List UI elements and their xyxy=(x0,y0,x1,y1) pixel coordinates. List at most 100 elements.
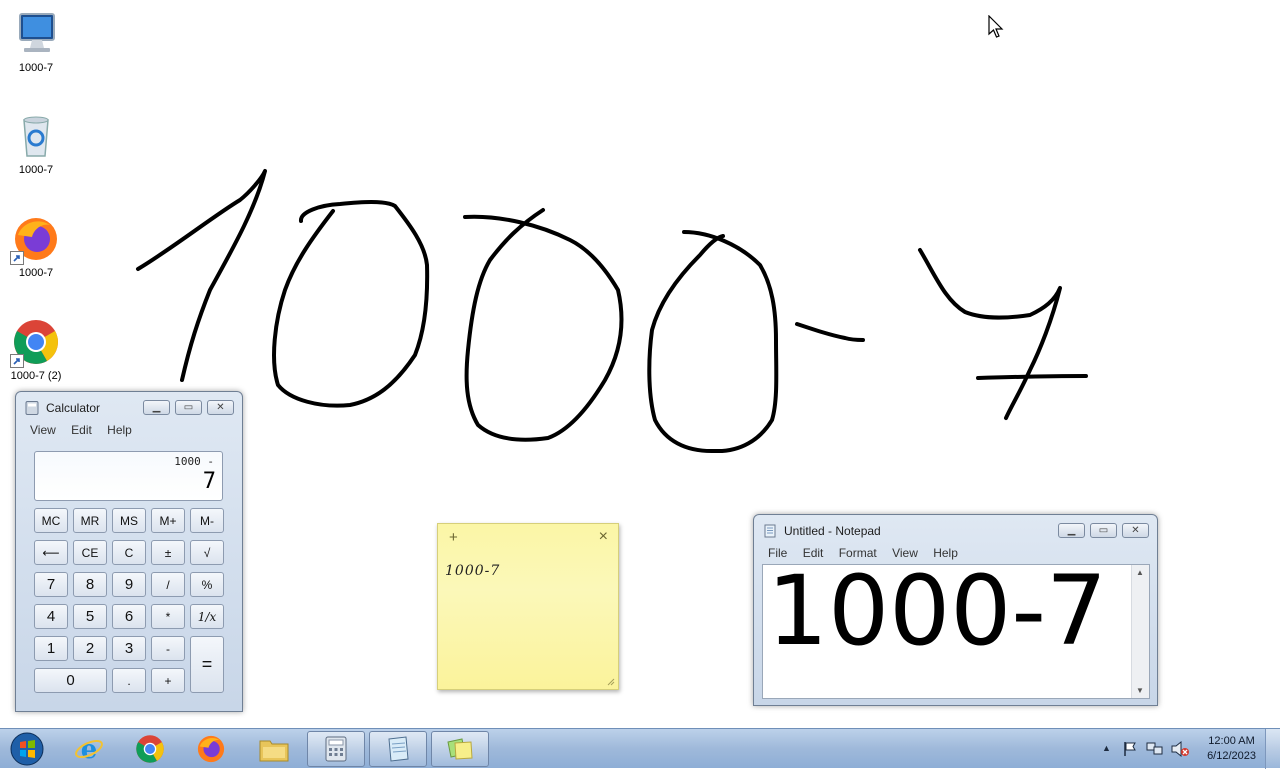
digit-4-button[interactable]: 4 xyxy=(34,604,68,629)
memory-clear-button[interactable]: MC xyxy=(34,508,68,533)
negate-button[interactable]: ± xyxy=(151,540,185,565)
calculator-expression: 1000 - xyxy=(174,455,214,468)
backspace-button[interactable]: ⟵ xyxy=(34,540,68,565)
digit-1-button[interactable]: 1 xyxy=(34,636,68,661)
notepad-app-icon xyxy=(764,524,776,538)
maximize-button[interactable]: ▭ xyxy=(1090,523,1117,538)
notepad-text-area[interactable]: 1000-7 ▲ ▼ xyxy=(762,558,1150,699)
desktop-icon-recycle-bin[interactable]: 1000-7 xyxy=(0,112,72,176)
sticky-note-text[interactable]: 1000-7 xyxy=(445,563,500,579)
menu-help[interactable]: Help xyxy=(107,423,132,437)
calculator-menubar: View Edit Help xyxy=(30,423,144,437)
resize-grip-icon[interactable] xyxy=(607,678,615,686)
calculator-window[interactable]: Calculator ▁ ▭ ✕ View Edit Help 1000 - 7… xyxy=(15,391,243,712)
memory-store-button[interactable]: MS xyxy=(112,508,146,533)
folder-icon xyxy=(259,740,289,762)
desktop-icon-label: 1000-7 xyxy=(18,267,54,279)
notepad-title: Untitled - Notepad xyxy=(784,524,881,538)
show-hidden-icons-button[interactable]: ▲ xyxy=(1102,743,1111,753)
taskbar-chrome[interactable] xyxy=(121,731,179,767)
chrome-icon xyxy=(10,318,60,368)
memory-recall-button[interactable]: MR xyxy=(73,508,107,533)
firefox-icon xyxy=(197,735,225,763)
notepad-icon xyxy=(388,736,409,762)
clear-button[interactable]: C xyxy=(112,540,146,565)
percent-button[interactable]: % xyxy=(190,572,224,597)
scroll-down-arrow-icon[interactable]: ▼ xyxy=(1136,686,1144,695)
digit-9-button[interactable]: 9 xyxy=(112,572,146,597)
minimize-button[interactable]: ▁ xyxy=(143,400,170,415)
add-button[interactable]: + xyxy=(151,668,185,693)
network-icon[interactable] xyxy=(1146,741,1164,757)
desktop-icon-label: 1000-7 xyxy=(18,164,54,176)
volume-muted-icon[interactable] xyxy=(1170,740,1190,758)
sticky-note[interactable]: + × 1000-7 xyxy=(437,523,619,690)
taskbar-sticky-notes[interactable] xyxy=(431,731,489,767)
system-clock[interactable]: 12:00 AM 6/12/2023 xyxy=(1207,734,1256,764)
calculator-app-icon xyxy=(25,401,39,415)
calculator-icon xyxy=(325,736,347,762)
mouse-cursor-icon xyxy=(988,15,1004,38)
show-desktop-button[interactable] xyxy=(1265,729,1280,769)
equals-button[interactable]: = xyxy=(190,636,224,693)
desktop-icon-firefox[interactable]: 1000-7 xyxy=(0,215,72,279)
taskbar-firefox[interactable] xyxy=(182,731,240,767)
menu-view[interactable]: View xyxy=(30,423,56,437)
notepad-content: 1000-7 xyxy=(767,555,1108,667)
digit-3-button[interactable]: 3 xyxy=(112,636,146,661)
internet-explorer-icon: e xyxy=(75,735,103,764)
sticky-notes-icon xyxy=(447,738,473,760)
shortcut-arrow-icon xyxy=(10,354,24,368)
calculator-value: 7 xyxy=(202,469,216,494)
digit-7-button[interactable]: 7 xyxy=(34,572,68,597)
calculator-title: Calculator xyxy=(46,401,101,415)
add-note-button[interactable]: + xyxy=(449,529,458,546)
digit-6-button[interactable]: 6 xyxy=(112,604,146,629)
start-button[interactable] xyxy=(0,731,54,767)
close-button[interactable]: ✕ xyxy=(207,400,234,415)
multiply-button[interactable]: * xyxy=(151,604,185,629)
windows-orb-icon xyxy=(10,732,44,766)
close-button[interactable]: ✕ xyxy=(1122,523,1149,538)
digit-0-button[interactable]: 0 xyxy=(34,668,107,693)
calculator-display: 1000 - 7 xyxy=(34,451,223,501)
clear-entry-button[interactable]: CE xyxy=(73,540,107,565)
desktop-icon-chrome[interactable]: 1000-7 (2) xyxy=(0,318,72,382)
taskbar-notepad[interactable] xyxy=(369,731,427,767)
shortcut-arrow-icon xyxy=(10,251,24,265)
desktop-icon-label: 1000-7 (2) xyxy=(10,370,62,382)
desktop-icon-label: 1000-7 xyxy=(18,62,54,74)
memory-add-button[interactable]: M+ xyxy=(151,508,185,533)
maximize-button[interactable]: ▭ xyxy=(175,400,202,415)
chrome-icon xyxy=(136,735,164,763)
divide-button[interactable]: / xyxy=(151,572,185,597)
reciprocal-button[interactable]: 1/x xyxy=(190,604,224,629)
delete-note-button[interactable]: × xyxy=(599,528,608,546)
square-root-button[interactable]: √ xyxy=(190,540,224,565)
scroll-up-arrow-icon[interactable]: ▲ xyxy=(1136,568,1144,577)
digit-2-button[interactable]: 2 xyxy=(73,636,107,661)
minimize-button[interactable]: ▁ xyxy=(1058,523,1085,538)
action-center-flag-icon[interactable] xyxy=(1122,741,1138,757)
notepad-window[interactable]: Untitled - Notepad ▁ ▭ ✕ File Edit Forma… xyxy=(753,514,1158,706)
clock-time: 12:00 AM xyxy=(1208,735,1255,747)
memory-subtract-button[interactable]: M- xyxy=(190,508,224,533)
taskbar: e ▲ 12:00 AM 6/12/2023 xyxy=(0,728,1280,769)
notepad-titlebar[interactable]: Untitled - Notepad ▁ ▭ ✕ xyxy=(754,515,1157,545)
computer-icon xyxy=(12,10,60,58)
clock-date: 6/12/2023 xyxy=(1207,750,1256,762)
calculator-titlebar[interactable]: Calculator ▁ ▭ ✕ xyxy=(16,392,242,422)
vertical-scrollbar[interactable]: ▲ ▼ xyxy=(1131,565,1149,698)
firefox-icon xyxy=(10,215,60,265)
digit-8-button[interactable]: 8 xyxy=(73,572,107,597)
subtract-button[interactable]: - xyxy=(151,636,185,661)
taskbar-calculator[interactable] xyxy=(307,731,365,767)
svg-text:e: e xyxy=(81,735,98,764)
taskbar-internet-explorer[interactable]: e xyxy=(60,731,118,767)
taskbar-file-explorer[interactable] xyxy=(245,731,303,767)
recycle-bin-icon xyxy=(12,112,60,160)
menu-edit[interactable]: Edit xyxy=(71,423,92,437)
digit-5-button[interactable]: 5 xyxy=(73,604,107,629)
decimal-button[interactable]: . xyxy=(112,668,146,693)
desktop-icon-computer[interactable]: 1000-7 xyxy=(0,10,72,74)
